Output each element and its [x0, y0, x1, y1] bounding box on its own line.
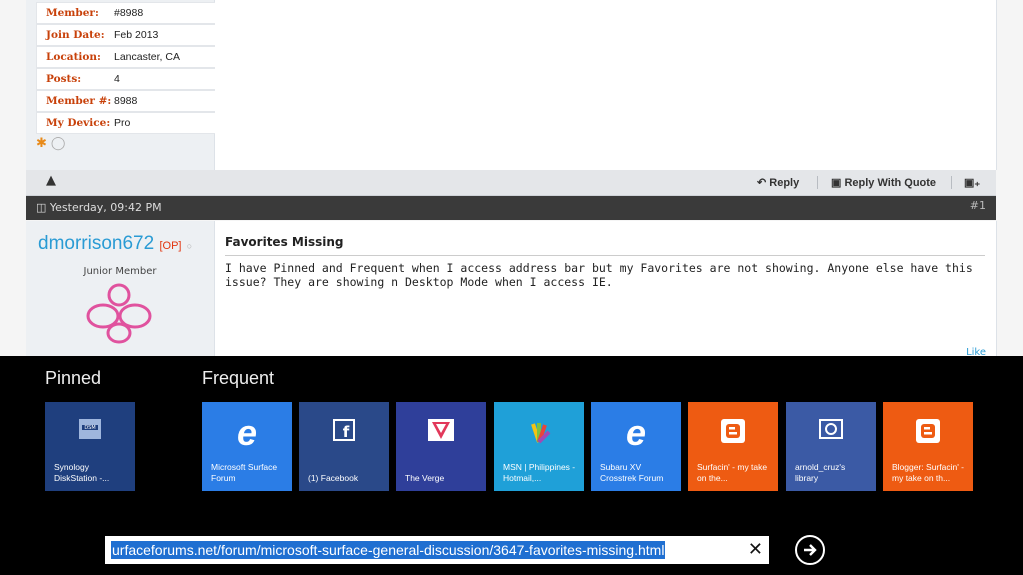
divider [225, 255, 985, 256]
dsm-icon: DSM [45, 418, 135, 445]
multi-quote-icon[interactable]: ▣₊ [964, 176, 980, 189]
address-url-text[interactable]: urfaceforums.net/forum/microsoft-surface… [111, 541, 666, 559]
go-button[interactable] [795, 535, 825, 565]
profile-label: Posts: [46, 73, 82, 85]
tile-label: Surfacin' - my take on the... [697, 462, 768, 483]
post-body: I have Pinned and Frequent when I access… [225, 261, 973, 289]
blogger-icon [883, 418, 973, 449]
skype-icon[interactable]: ◯ [51, 136, 66, 151]
profile-row: My Device: Pro [36, 112, 217, 134]
like-button[interactable]: Like [966, 347, 986, 356]
frequent-tile[interactable]: MSN | Philippines - Hotmail,... [494, 402, 584, 491]
reply-label: Reply [769, 177, 800, 189]
profile-value: 8988 [114, 95, 138, 107]
tile-label: Synology DiskStation -... [54, 462, 110, 483]
profile-value: Feb 2013 [114, 29, 159, 41]
verge-icon [396, 418, 486, 447]
blogger-icon [688, 418, 778, 449]
profile-row: Location: Lancaster, CA [36, 46, 217, 68]
profile-label: Location: [46, 51, 101, 63]
camera-icon [786, 418, 876, 445]
reply-icon: ↶ [757, 177, 767, 189]
ie-address-bar-panel: Pinned Frequent DSM Synology DiskStation… [0, 356, 1023, 575]
tile-label: Subaru XV Crosstrek Forum [600, 462, 664, 483]
frequent-header: Frequent [202, 368, 275, 388]
profile-label: Member: [46, 7, 99, 19]
profile-value: Lancaster, CA [114, 51, 180, 63]
msn-icon [494, 418, 584, 451]
post-content-prev [215, 0, 997, 170]
facebook-icon: f [299, 418, 389, 447]
profile-row: Member #: 8988 [36, 90, 217, 112]
pinned-tile[interactable]: DSM Synology DiskStation -... [45, 402, 135, 491]
tile-label: The Verge [405, 473, 445, 483]
profile-label: My Device: [46, 117, 111, 129]
arrow-right-icon [804, 544, 817, 556]
svg-text:DSM: DSM [84, 425, 95, 431]
post-content: Favorites Missing I have Pinned and Freq… [215, 221, 997, 356]
profile-value: Pro [114, 117, 131, 129]
tile-label: MSN | Philippines - Hotmail,... [503, 462, 576, 483]
timestamp-text: Yesterday, 09:42 PM [49, 201, 162, 214]
frequent-tile[interactable]: arnold_cruz's library [786, 402, 876, 491]
user-status-icons: ✱ ◯ [36, 136, 65, 151]
avatar[interactable] [81, 281, 157, 347]
frequent-tile[interactable]: The Verge [396, 402, 486, 491]
post-icon: ◫ [36, 201, 47, 214]
frequent-tile[interactable]: Surfacin' - my take on the... [688, 402, 778, 491]
forum-page: Member: #8988 Join Date: Feb 2013 Location… [0, 0, 1023, 356]
profile-row: Member: #8988 [36, 2, 217, 24]
quote-icon: ▣ [831, 177, 842, 189]
profile-row: Posts: 4 [36, 68, 217, 90]
tile-label: (1) Facebook [308, 473, 359, 483]
pinned-header: Pinned [45, 368, 102, 388]
frequent-tile[interactable]: f (1) Facebook [299, 402, 389, 491]
reply-with-quote-button[interactable]: ▣ Reply With Quote [831, 176, 936, 189]
reply-quote-label: Reply With Quote [844, 177, 937, 189]
report-post-icon[interactable]: ▲ [46, 173, 56, 188]
ie-icon: e [625, 412, 647, 453]
divider [817, 176, 818, 189]
profile-label: Member #: [46, 95, 112, 107]
ie-icon: e [236, 412, 258, 453]
tile-label: arnold_cruz's library [795, 462, 846, 483]
profile-value: 4 [114, 73, 120, 85]
post-action-bar: ▲ ↶ Reply ▣ Reply With Quote ▣₊ [26, 170, 996, 196]
profile-value: #8988 [114, 7, 144, 19]
svg-text:f: f [343, 423, 350, 441]
tile-label: Microsoft Surface Forum [211, 462, 278, 483]
frequent-tile[interactable]: e Subaru XV Crosstrek Forum [591, 402, 681, 491]
tile-label: Blogger: Surfacin' - my take on th... [892, 462, 965, 483]
frequent-tile[interactable]: e Microsoft Surface Forum [202, 402, 292, 491]
post-header-bar: ◫ Yesterday, 09:42 PM #1 [26, 196, 996, 220]
post-author-sidebar: dmorrison672 [OP] ○ Junior Member [26, 221, 215, 356]
username-link[interactable]: dmorrison672 [38, 233, 154, 254]
post-number-link[interactable]: #1 [970, 199, 986, 212]
divider [951, 176, 952, 189]
address-input[interactable]: urfaceforums.net/forum/microsoft-surface… [105, 536, 769, 564]
frequent-tile[interactable]: Blogger: Surfacin' - my take on th... [883, 402, 973, 491]
aim-icon[interactable]: ✱ [36, 136, 47, 151]
clear-icon[interactable]: ✕ [748, 539, 763, 560]
user-role: Junior Member [83, 266, 157, 277]
offline-status-icon: ○ [186, 241, 193, 251]
profile-row: Join Date: Feb 2013 [36, 24, 217, 46]
op-badge: [OP] [159, 240, 182, 252]
post-timestamp: ◫ Yesterday, 09:42 PM [36, 201, 162, 214]
profile-label: Join Date: [46, 29, 105, 41]
username-block: dmorrison672 [OP] ○ [38, 233, 192, 255]
reply-button[interactable]: ↶ Reply [757, 176, 799, 189]
post-title: Favorites Missing [225, 235, 344, 249]
